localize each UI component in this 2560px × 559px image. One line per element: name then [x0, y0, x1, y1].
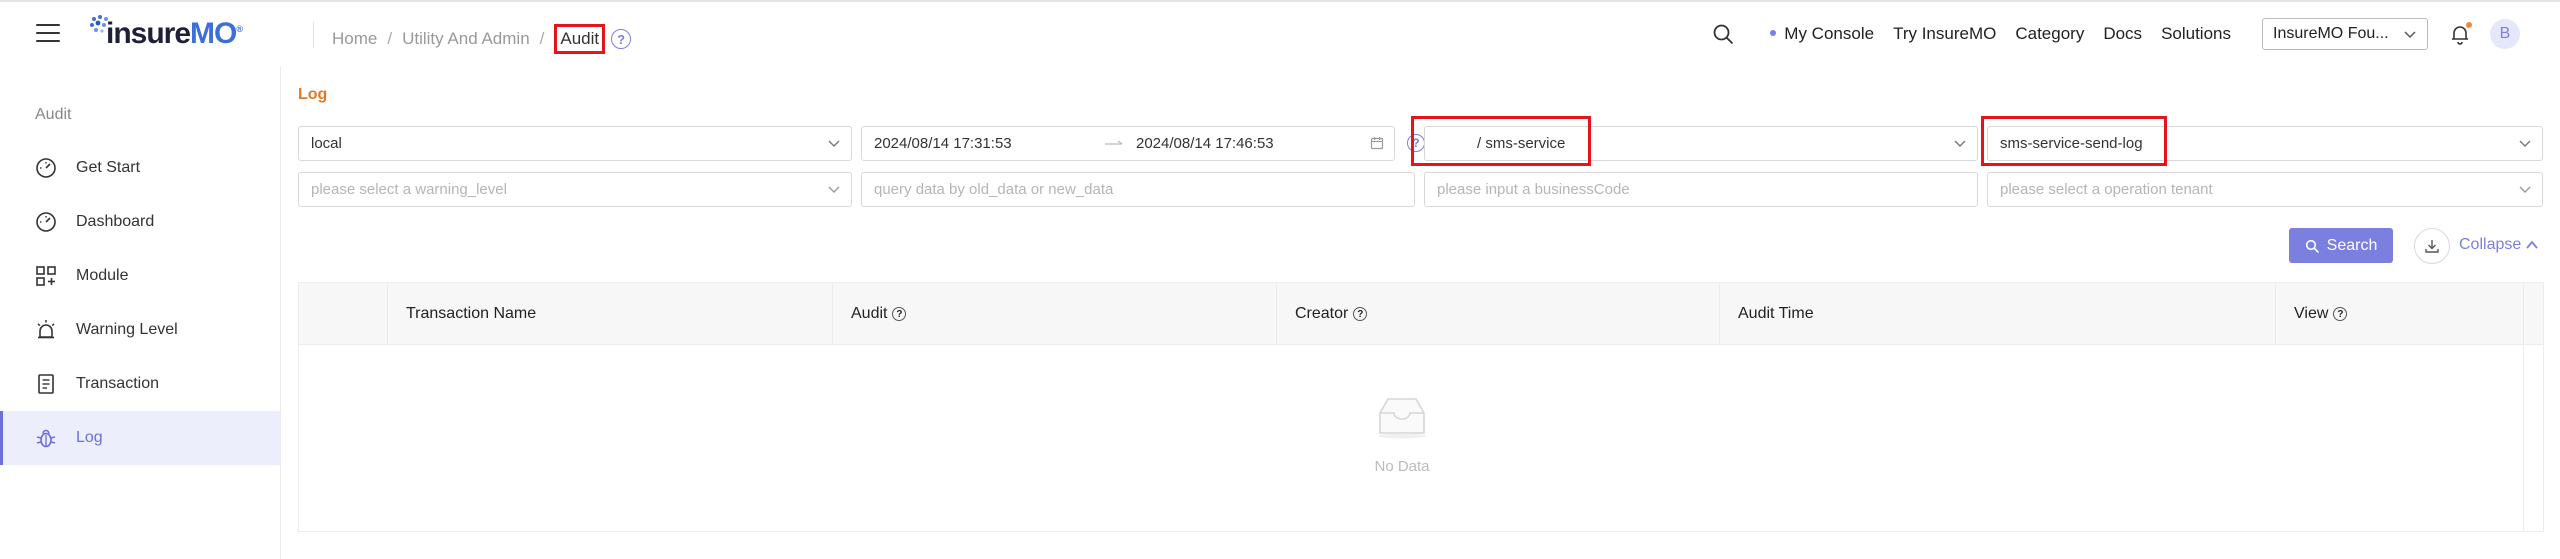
warning-level-select[interactable]: please select a warning_level	[298, 172, 852, 207]
sidebar-item-label: Get Start	[76, 159, 141, 176]
top-right-nav: My Console Try InsureMO Category Docs So…	[1712, 2, 2560, 66]
time-range-picker[interactable]: 2024/08/14 17:31:53 2024/08/14 17:46:53	[861, 126, 1395, 161]
module-icon	[36, 266, 56, 286]
operation-tenant-select[interactable]: please select a operation tenant	[1987, 172, 2543, 207]
column-label: Transaction Name	[406, 305, 537, 322]
sidebar-item-dashboard[interactable]: Dashboard	[0, 195, 280, 249]
hamburger-menu-icon[interactable]	[36, 24, 60, 44]
breadcrumb-utility-admin[interactable]: Utility And Admin	[402, 29, 530, 49]
avatar[interactable]: B	[2490, 19, 2520, 49]
gauge-icon	[36, 212, 56, 232]
sidebar-item-label: Transaction	[76, 375, 159, 392]
question-icon[interactable]: ?	[2333, 307, 2348, 321]
main-content: Log local 2024/08/14 17:31:53 2024/08/14…	[281, 66, 2560, 559]
empty-state-text: No Data	[1374, 458, 1430, 475]
sidebar-item-module[interactable]: Module	[0, 249, 280, 303]
tenant-select[interactable]: InsureMO Fou...	[2262, 18, 2428, 50]
chevron-down-icon	[2404, 31, 2416, 39]
sidebar-item-get-start[interactable]: Get Start	[0, 141, 280, 195]
column-label: Audit	[851, 305, 888, 322]
chevron-down-icon	[2519, 140, 2531, 147]
breadcrumb-separator: /	[539, 29, 545, 48]
nav-my-console[interactable]: My Console	[1770, 24, 1874, 44]
business-code-input[interactable]: please input a businessCode	[1424, 172, 1978, 207]
search-icon	[2305, 239, 2319, 253]
warning-level-placeholder: please select a warning_level	[311, 181, 507, 198]
download-icon	[2425, 240, 2439, 253]
page-title: Log	[298, 86, 328, 103]
collapse-button-label: Collapse	[2459, 236, 2522, 253]
search-icon[interactable]	[1712, 23, 1734, 45]
operation-tenant-placeholder: please select a operation tenant	[2000, 181, 2213, 198]
bug-icon	[36, 429, 56, 448]
calendar-icon	[1370, 137, 1384, 150]
environment-select[interactable]: local	[298, 126, 852, 161]
header-divider	[313, 22, 314, 48]
chevron-down-icon	[828, 140, 840, 147]
breadcrumb: Home / Utility And Admin / Audit ?	[332, 24, 632, 54]
help-icon[interactable]: ?	[611, 29, 632, 49]
table-header-audit-time: Audit Time	[1719, 283, 2275, 345]
sidebar-item-label: Dashboard	[76, 213, 155, 230]
nav-solutions[interactable]: Solutions	[2161, 24, 2231, 44]
environment-select-value: local	[311, 135, 342, 152]
transaction-highlight-box	[1981, 116, 2167, 166]
breadcrumb-audit: Audit	[554, 24, 606, 54]
download-button[interactable]	[2414, 228, 2450, 264]
data-query-placeholder: query data by old_data or new_data	[874, 181, 1114, 198]
logo-text-mo: MO	[190, 17, 237, 50]
table-header: Transaction Name Audit? Creator? Audit T…	[299, 283, 2543, 345]
empty-inbox-icon	[1378, 398, 1426, 439]
sidebar-item-transaction[interactable]: Transaction	[0, 357, 280, 411]
table-header-audit: Audit?	[832, 283, 1276, 345]
logo-text-insure: insure	[106, 17, 191, 50]
alarm-icon	[37, 320, 55, 339]
sidebar: Audit Get Start Dashboard Module Warning…	[0, 66, 281, 559]
question-icon[interactable]: ?	[1353, 307, 1368, 321]
empty-state: No Data	[1372, 395, 1432, 475]
chevron-down-icon	[2519, 186, 2531, 193]
service-highlight-box	[1411, 116, 1591, 166]
table-scrollbar[interactable]	[2523, 283, 2543, 531]
insuremo-logo[interactable]: insureMO®	[88, 12, 243, 56]
gauge-icon	[36, 158, 56, 178]
start-time-value: 2024/08/14 17:31:53	[874, 135, 1012, 152]
table-header-view: View?	[2275, 283, 2525, 345]
collapse-button[interactable]: Collapse	[2459, 236, 2539, 254]
question-icon[interactable]: ?	[892, 307, 907, 321]
sidebar-item-label: Module	[76, 267, 129, 284]
logo-trademark: ®	[236, 24, 243, 34]
business-code-placeholder: please input a businessCode	[1437, 181, 1630, 198]
column-label: Creator	[1295, 305, 1349, 322]
breadcrumb-home[interactable]: Home	[332, 29, 377, 49]
table-header-creator: Creator?	[1276, 283, 1719, 345]
chevron-down-icon	[1954, 140, 1966, 147]
nav-try-insuremo[interactable]: Try InsureMO	[1893, 24, 1996, 44]
data-query-input[interactable]: query data by old_data or new_data	[861, 172, 1415, 207]
notification-bell-icon[interactable]	[2448, 22, 2472, 46]
column-label: Audit Time	[1738, 305, 1814, 322]
search-button-label: Search	[2326, 236, 2378, 254]
sidebar-item-log[interactable]: Log	[0, 411, 280, 465]
table-header-checkbox-col	[299, 283, 387, 345]
search-button[interactable]: Search	[2289, 228, 2393, 263]
document-icon	[38, 374, 54, 394]
sidebar-item-warning-level[interactable]: Warning Level	[0, 303, 280, 357]
breadcrumb-separator: /	[387, 29, 393, 48]
sidebar-item-label: Warning Level	[76, 321, 178, 338]
table-header-transaction-name: Transaction Name	[387, 283, 832, 345]
nav-category[interactable]: Category	[2015, 24, 2084, 44]
tenant-select-value: InsureMO Fou...	[2273, 25, 2389, 42]
column-label: View	[2294, 305, 2329, 322]
top-bar: insureMO® Home / Utility And Admin / Aud…	[0, 0, 2560, 66]
sidebar-item-label: Log	[76, 429, 103, 446]
chevron-down-icon	[828, 186, 840, 193]
sidebar-title: Audit	[35, 106, 72, 123]
nav-docs[interactable]: Docs	[2103, 24, 2142, 44]
notification-badge	[2466, 22, 2472, 28]
chevron-up-icon	[2526, 240, 2538, 249]
arrow-right-icon	[1105, 139, 1123, 145]
end-time-value: 2024/08/14 17:46:53	[1136, 135, 1274, 152]
log-table: Transaction Name Audit? Creator? Audit T…	[298, 282, 2544, 532]
